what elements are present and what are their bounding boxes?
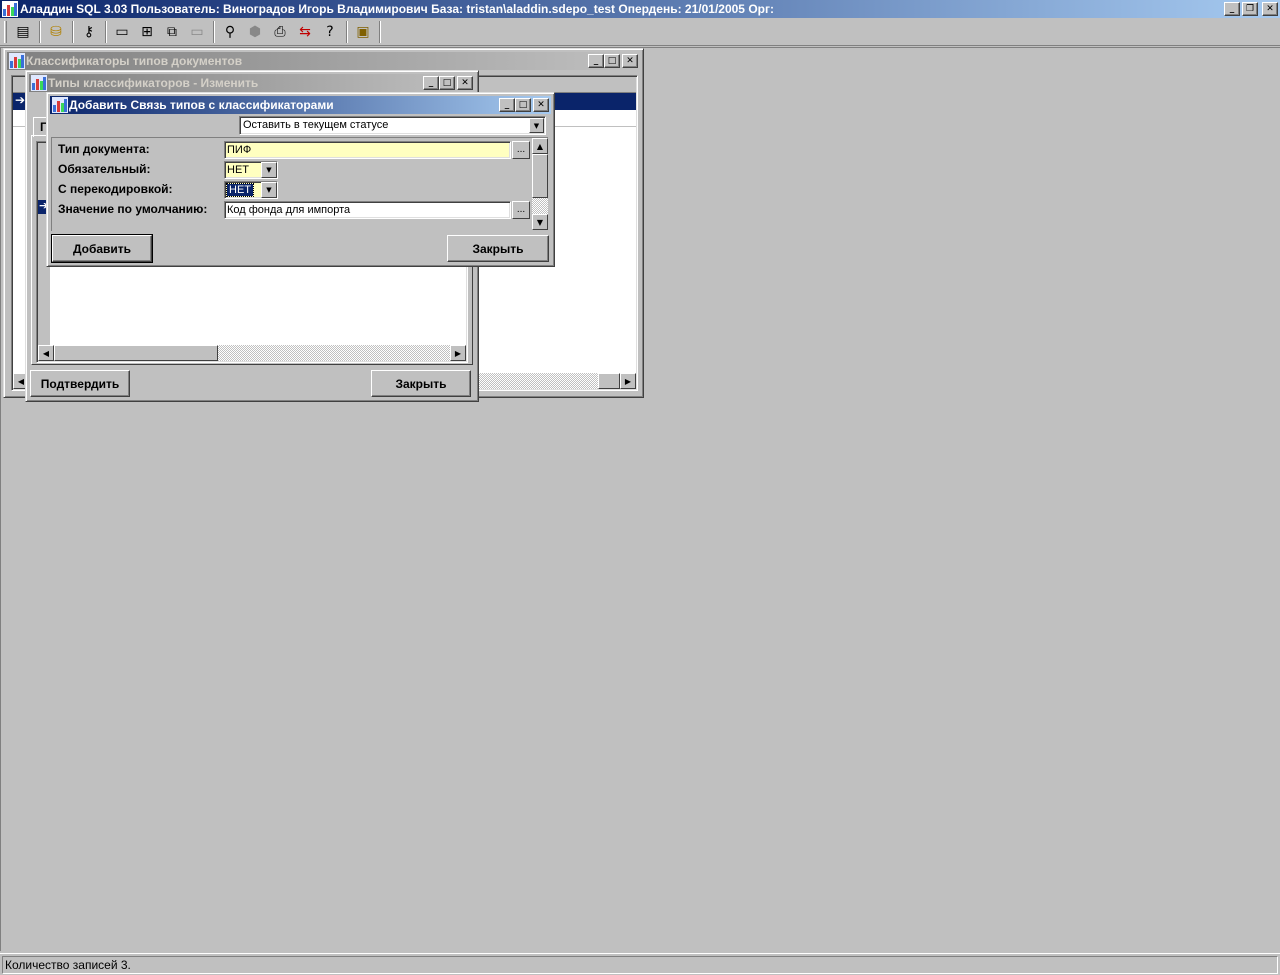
required-label: Обязательный: (58, 162, 151, 176)
status-select[interactable]: Оставить в текущем статусе ▼ (239, 116, 546, 135)
tile-icon[interactable]: ⊞ (135, 20, 159, 44)
chevron-down-icon[interactable]: ▼ (261, 182, 277, 198)
scroll-thumb[interactable] (532, 154, 548, 198)
toolbar-separator (39, 20, 41, 43)
stop-icon[interactable]: ⬢ (243, 20, 267, 44)
minimize-all-icon[interactable]: ▭ (185, 20, 209, 44)
doc-type-lookup-button[interactable]: ... (512, 141, 530, 159)
add-link-dialog: Добавить Связь типов с классификаторами … (46, 92, 555, 267)
toolbar-separator (346, 20, 348, 43)
key-icon[interactable]: ⚷ (77, 20, 101, 44)
scroll-right-arrow-icon[interactable]: ▶ (450, 345, 466, 361)
required-select[interactable]: НЕТ ▼ (224, 161, 278, 179)
required-select-value: НЕТ (227, 164, 249, 176)
types-horizontal-scrollbar[interactable]: ◀ ▶ (38, 345, 466, 361)
close-window-button[interactable]: Закрыть (371, 370, 471, 397)
window-logo-icon (31, 75, 47, 91)
status-text: Количество записей 3. (2, 956, 1278, 974)
types-edit-window-title-bar[interactable]: Типы классификаторов - Изменить _ □ ✕ (29, 74, 475, 92)
toolbar-separator (72, 20, 74, 43)
recode-select[interactable]: НЕТ ▼ (224, 181, 278, 199)
app-logo-icon (2, 1, 18, 17)
exit-icon[interactable]: ▣ (351, 20, 375, 44)
types-edit-window-title: Типы классификаторов - Изменить (48, 76, 259, 90)
classifiers-window-title: Классификаторы типов документов (26, 54, 243, 68)
database-icon[interactable]: ⛁ (44, 20, 68, 44)
doc-type-label: Тип документа: (58, 142, 150, 156)
toolbar-separator (105, 20, 107, 43)
classifiers-window-title-bar[interactable]: Классификаторы типов документов _ □ ✕ (7, 52, 640, 70)
toolbar-grip (4, 20, 7, 43)
binoculars-icon[interactable]: ⚲ (218, 20, 242, 44)
close-button[interactable]: ✕ (622, 54, 638, 68)
scroll-up-arrow-icon[interactable]: ▲ (532, 138, 548, 154)
maximize-button[interactable]: □ (439, 76, 455, 90)
app-title-bar: Аладдин SQL 3.03 Пользователь: Виноградо… (0, 0, 1280, 18)
app-title-text: Аладдин SQL 3.03 Пользователь: Виноградо… (20, 2, 774, 16)
status-select-value: Оставить в текущем статусе (243, 119, 389, 131)
confirm-button[interactable]: Подтвердить (30, 370, 130, 397)
close-button[interactable]: ✕ (533, 98, 549, 112)
window-logo-icon (52, 97, 68, 113)
exchange-icon[interactable]: ⇆ (293, 20, 317, 44)
toolbar-separator (379, 20, 381, 43)
chevron-down-icon[interactable]: ▼ (529, 118, 544, 133)
close-dialog-button[interactable]: Закрыть (447, 235, 549, 262)
close-button[interactable]: ✕ (457, 76, 473, 90)
minimize-button[interactable]: _ (499, 98, 515, 112)
add-button[interactable]: Добавить (51, 234, 153, 263)
status-bar: Количество записей 3. (0, 953, 1280, 975)
window-logo-icon (9, 53, 25, 69)
form-vertical-scrollbar[interactable]: ▲ ▼ (532, 138, 548, 230)
main-toolbar: ▤ ⛁ ⚷ ▭ ⊞ ⧉ ▭ ⚲ ⬢ ⎙ ⇆ ? ▣ (0, 18, 1280, 46)
help-icon[interactable]: ? (318, 20, 342, 44)
recode-select-value: НЕТ (226, 183, 254, 197)
minimize-button[interactable]: _ (588, 54, 604, 68)
minimize-button[interactable]: _ (423, 76, 439, 90)
maximize-button[interactable]: □ (604, 54, 620, 68)
default-value-field[interactable]: Код фонда для импорта (224, 201, 511, 219)
app-close-button[interactable]: ✕ (1262, 2, 1278, 16)
maximize-button[interactable]: □ (515, 98, 531, 112)
window-icon[interactable]: ▭ (110, 20, 134, 44)
app-minimize-button[interactable]: _ (1224, 2, 1240, 16)
toolbar-separator (213, 20, 215, 43)
default-value-label: Значение по умолчанию: (58, 202, 208, 216)
app-restore-button[interactable]: ❐ (1242, 2, 1258, 16)
recode-label: С перекодировкой: (58, 182, 173, 196)
cascade-icon[interactable]: ⧉ (160, 20, 184, 44)
scroll-thumb[interactable] (54, 345, 218, 361)
scroll-down-arrow-icon[interactable]: ▼ (532, 214, 548, 230)
chevron-down-icon[interactable]: ▼ (261, 162, 277, 178)
default-value-lookup-button[interactable]: ... (512, 201, 530, 219)
doc-type-field[interactable]: ПИФ (224, 141, 511, 159)
scroll-right-arrow-icon[interactable]: ▶ (620, 373, 636, 389)
scroll-thumb[interactable] (598, 373, 620, 389)
printer-icon[interactable]: ⎙ (268, 20, 292, 44)
row-indicator-arrow-icon: ➔ (15, 93, 26, 107)
list-icon[interactable]: ▤ (11, 20, 35, 44)
scroll-left-arrow-icon[interactable]: ◀ (38, 345, 54, 361)
add-link-dialog-title-bar[interactable]: Добавить Связь типов с классификаторами … (50, 96, 551, 114)
add-link-dialog-title: Добавить Связь типов с классификаторами (69, 98, 334, 112)
